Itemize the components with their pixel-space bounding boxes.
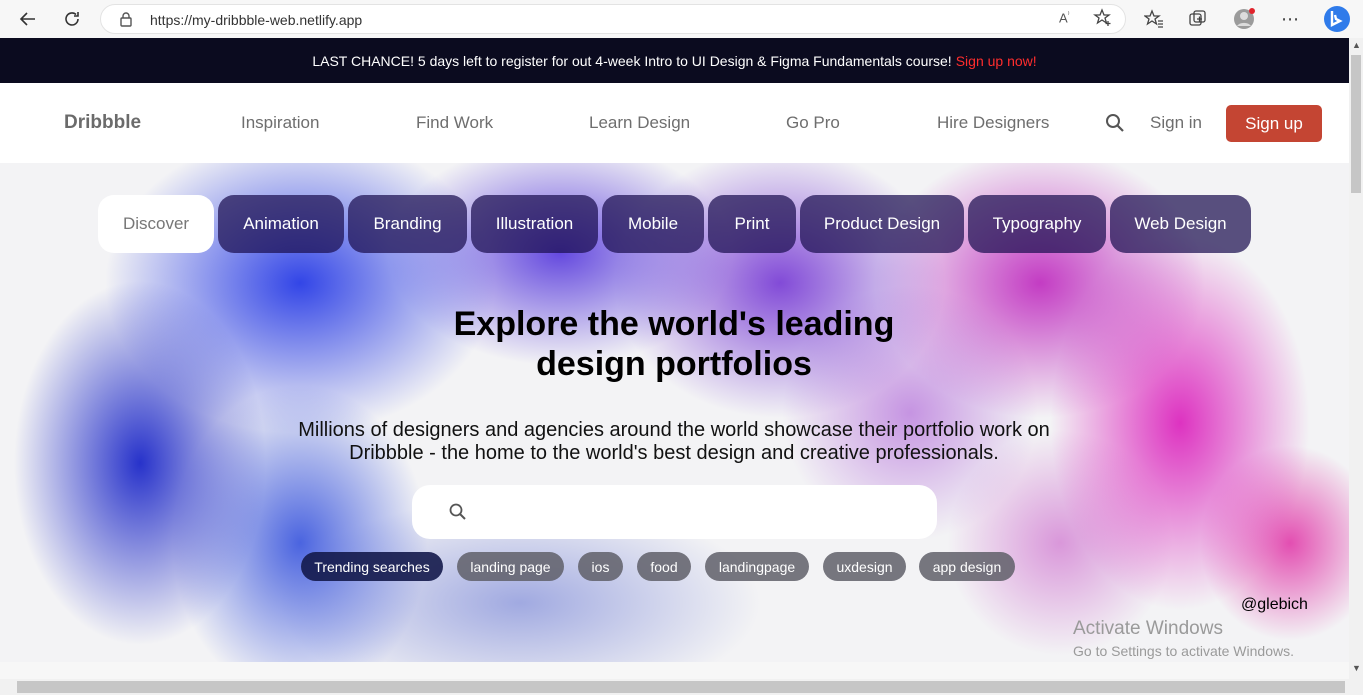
tag-app-design[interactable]: app design <box>919 552 1015 581</box>
back-arrow-icon[interactable] <box>14 5 42 33</box>
search-icon[interactable] <box>449 503 467 521</box>
profile-avatar-icon[interactable] <box>1233 8 1255 30</box>
category-illustration[interactable]: Illustration <box>471 195 598 253</box>
nav-inspiration[interactable]: Inspiration <box>241 113 319 133</box>
hero-search-input[interactable] <box>482 495 922 529</box>
nav-find-work[interactable]: Find Work <box>416 113 493 133</box>
windows-watermark: Activate Windows Go to Settings to activ… <box>1073 618 1294 659</box>
horizontal-scroll-thumb[interactable] <box>17 681 1345 693</box>
category-branding[interactable]: Branding <box>348 195 467 253</box>
hero-title: Explore the world's leading design portf… <box>374 304 974 384</box>
search-icon[interactable] <box>1105 113 1125 133</box>
dribbble-logo[interactable]: Dribbble <box>64 112 141 134</box>
hero-credit[interactable]: @glebich <box>1241 596 1308 614</box>
nav-hire-designers[interactable]: Hire Designers <box>937 113 1049 133</box>
site-header: Dribbble Inspiration Find Work Learn Des… <box>0 83 1349 163</box>
hero-subtitle-line1: Millions of designers and agencies aroun… <box>298 419 1050 441</box>
bing-icon[interactable] <box>1322 4 1352 34</box>
scroll-down-icon[interactable]: ▼ <box>1352 663 1361 673</box>
lock-icon[interactable] <box>119 11 133 32</box>
url-text[interactable]: https://my-dribbble-web.netlify.app <box>150 12 362 28</box>
read-aloud-icon[interactable]: A⁾ <box>1059 10 1070 25</box>
category-discover[interactable]: Discover <box>98 195 214 253</box>
trending-searches-label: Trending searches <box>301 552 443 581</box>
nav-learn-design[interactable]: Learn Design <box>589 113 690 133</box>
category-typography[interactable]: Typography <box>968 195 1106 253</box>
category-product-design[interactable]: Product Design <box>800 195 964 253</box>
tag-landingpage[interactable]: landingpage <box>705 552 809 581</box>
hero-title-line2: design portfolios <box>536 345 812 383</box>
tag-uxdesign[interactable]: uxdesign <box>823 552 906 581</box>
category-animation[interactable]: Animation <box>218 195 344 253</box>
hero-subtitle: Millions of designers and agencies aroun… <box>274 419 1074 465</box>
tag-food[interactable]: food <box>637 552 691 581</box>
hero-subtitle-line2: Dribbble - the home to the world's best … <box>349 442 999 464</box>
vertical-scroll-thumb[interactable] <box>1351 55 1361 193</box>
favorite-add-icon[interactable] <box>1093 8 1113 33</box>
more-icon[interactable]: ⋯ <box>1279 8 1301 30</box>
category-web-design[interactable]: Web Design <box>1110 195 1251 253</box>
nav-go-pro[interactable]: Go Pro <box>786 113 840 133</box>
tag-ios[interactable]: ios <box>578 552 623 581</box>
signin-link[interactable]: Sign in <box>1150 113 1202 133</box>
promo-text: LAST CHANCE! 5 days left to register for… <box>312 52 952 69</box>
hero-search-box[interactable] <box>412 485 937 539</box>
signup-button[interactable]: Sign up <box>1226 105 1322 142</box>
hero-section: Discover Animation Branding Illustration… <box>0 163 1349 662</box>
refresh-icon[interactable] <box>58 5 86 33</box>
scroll-up-icon[interactable]: ▲ <box>1352 40 1361 50</box>
category-mobile[interactable]: Mobile <box>602 195 704 253</box>
address-bar[interactable]: https://my-dribbble-web.netlify.app A⁾ <box>100 4 1126 34</box>
hero-title-line1: Explore the world's leading <box>453 305 895 343</box>
tag-landing-page[interactable]: landing page <box>457 552 564 581</box>
collections-icon[interactable] <box>1187 8 1209 30</box>
category-print[interactable]: Print <box>708 195 796 253</box>
watermark-line2: Go to Settings to activate Windows. <box>1073 643 1294 659</box>
promo-signup-link[interactable]: Sign up now! <box>956 53 1037 69</box>
watermark-line1: Activate Windows <box>1073 618 1223 639</box>
promo-banner: LAST CHANCE! 5 days left to register for… <box>0 38 1349 83</box>
browser-toolbar: https://my-dribbble-web.netlify.app A⁾ ⋯ <box>0 0 1363 38</box>
favorites-icon[interactable] <box>1143 8 1165 30</box>
